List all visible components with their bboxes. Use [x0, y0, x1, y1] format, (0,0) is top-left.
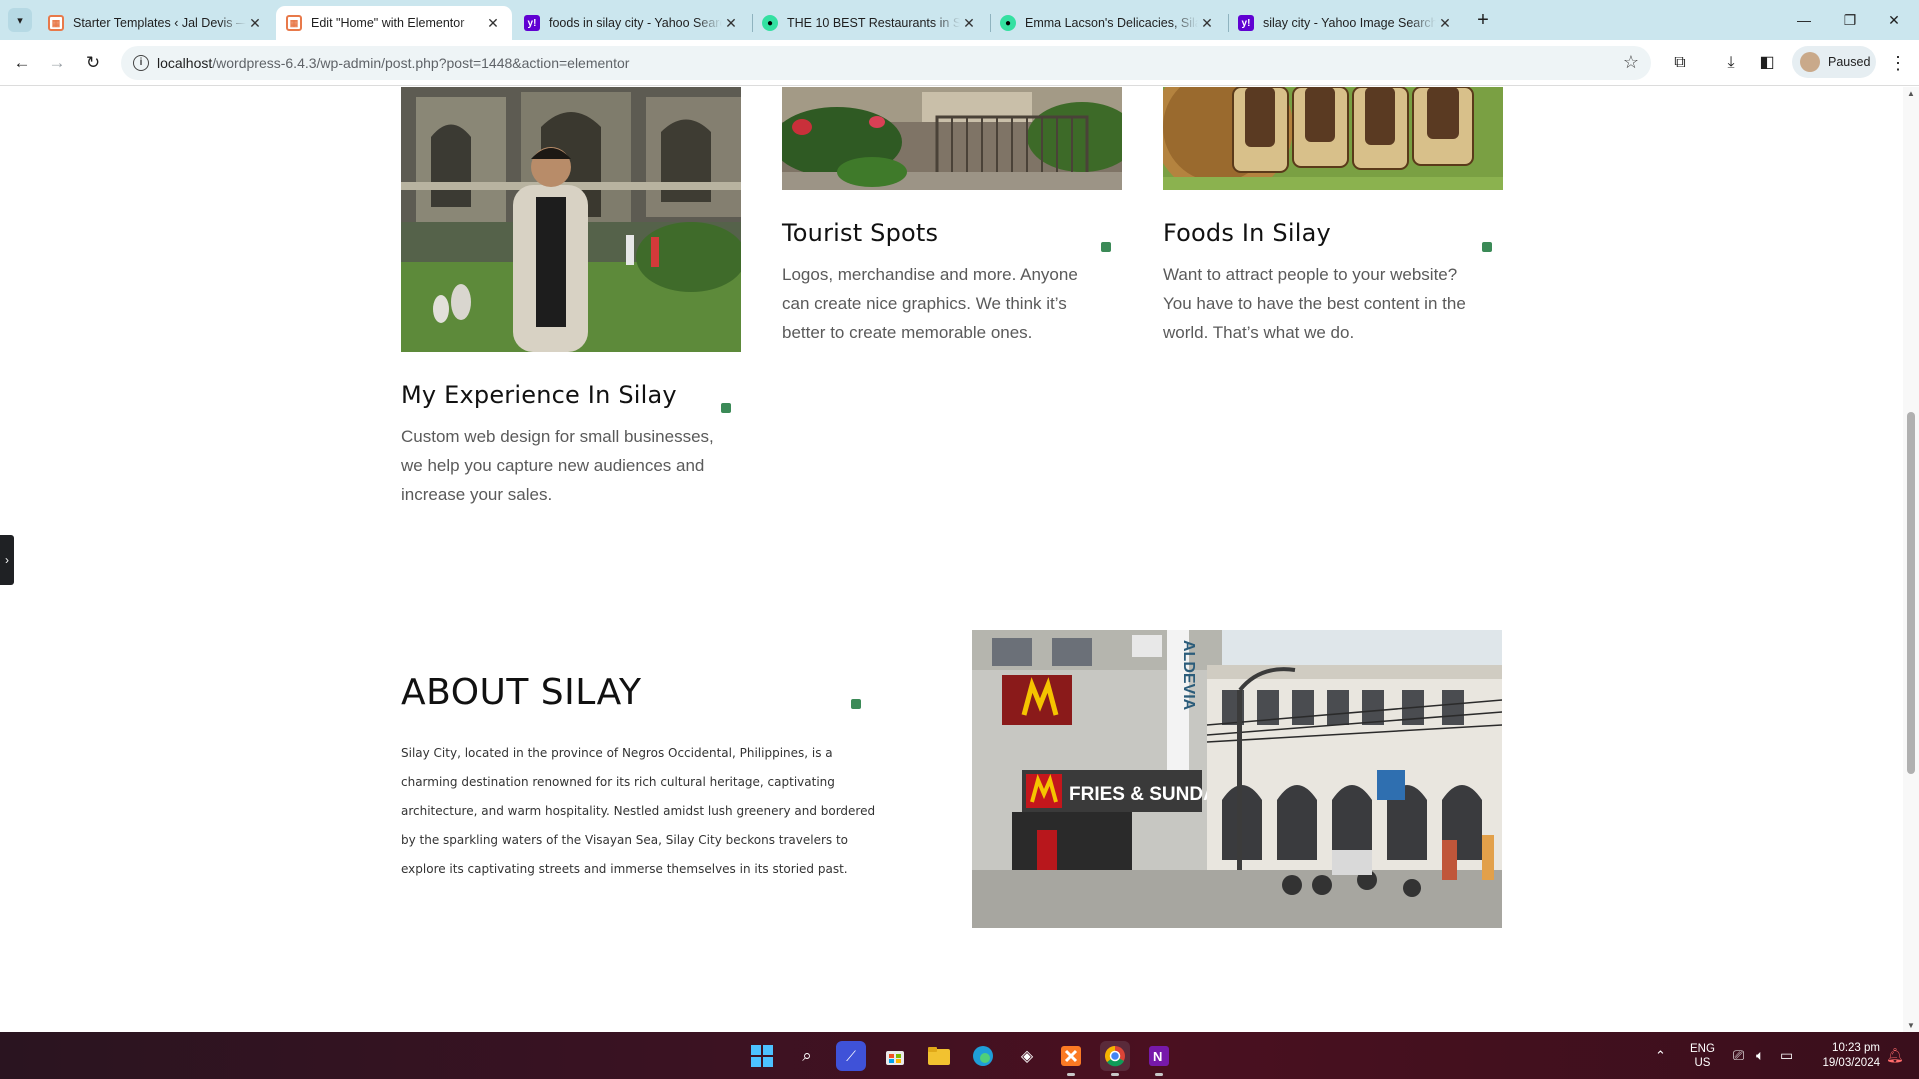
svg-text:N: N [1153, 1049, 1162, 1064]
language-code: ENG [1690, 1042, 1715, 1055]
download-icon[interactable]: ⤓ [1719, 51, 1743, 75]
back-arrow-icon[interactable]: ← [10, 51, 34, 75]
widget-drag-handle[interactable] [851, 699, 861, 709]
scrollbar-thumb[interactable] [1907, 412, 1915, 774]
tab-title: THE 10 BEST Restaurants in Sila [787, 16, 960, 30]
url-path: /wordpress-6.4.3/wp-admin/post.php?post=… [212, 55, 630, 71]
tripadvisor-icon: ● [1000, 15, 1016, 31]
tab-title: Edit "Home" with Elementor [311, 16, 465, 30]
tab-title: silay city - Yahoo Image Search [1263, 16, 1436, 30]
address-bar[interactable]: i localhost/wordpress-6.4.3/wp-admin/pos… [121, 46, 1651, 80]
elementor-icon: ▦ [48, 15, 64, 31]
clock-date: 19/03/2024 [1822, 1056, 1880, 1069]
close-tab-icon[interactable]: ✕ [1198, 15, 1216, 32]
tray-overflow-chevron-icon[interactable]: ⌃ [1655, 1032, 1666, 1079]
close-tab-icon[interactable]: ✕ [1436, 15, 1454, 32]
url-text[interactable]: localhost/wordpress-6.4.3/wp-admin/post.… [157, 55, 629, 71]
card-image-foods[interactable] [1163, 87, 1503, 190]
xampp-icon[interactable] [1056, 1041, 1086, 1076]
close-tab-icon[interactable]: ✕ [722, 15, 740, 32]
aldevia-street-sign: ALDEVIA [1180, 640, 1197, 711]
file-explorer-icon[interactable] [924, 1041, 954, 1071]
battery-icon[interactable]: ▭ [1780, 1032, 1793, 1079]
minimize-icon[interactable]: — [1782, 6, 1826, 34]
site-info-icon[interactable]: i [133, 55, 149, 71]
tab-tripadvisor-restaurants[interactable]: ● THE 10 BEST Restaurants in Sila ✕ [752, 6, 988, 40]
profile-button[interactable]: Paused [1792, 46, 1876, 78]
edge-icon[interactable] [968, 1041, 998, 1071]
widget-drag-handle[interactable] [721, 403, 731, 413]
card-image-experience[interactable] [401, 87, 741, 352]
tab-title: Emma Lacson's Delicacies, Silay [1025, 16, 1198, 30]
vscode-like-icon[interactable]: ⟋ [836, 1041, 866, 1071]
notification-bell-icon[interactable]: 🔔︎ [1886, 1032, 1904, 1079]
forward-arrow-icon[interactable]: → [45, 51, 69, 75]
close-tab-icon[interactable]: ✕ [246, 15, 264, 32]
scroll-down-icon[interactable]: ▼ [1906, 1021, 1916, 1030]
tab-title: foods in silay city - Yahoo Searc [549, 16, 722, 30]
card-title-experience[interactable]: My Experience In Silay [401, 381, 677, 409]
card-text-experience[interactable]: Custom web design for small businesses, … [401, 422, 731, 509]
about-title[interactable]: ABOUT SILAY [401, 672, 641, 713]
browser-tabstrip: ▾ ▦ Starter Templates ‹ Jal Devis — ✕ ▦ … [0, 0, 1919, 40]
onenote-icon[interactable]: N [1144, 1041, 1174, 1076]
tab-tripadvisor-emma-lacson[interactable]: ● Emma Lacson's Delicacies, Silay ✕ [990, 6, 1226, 40]
scroll-up-icon[interactable]: ▲ [1906, 89, 1916, 98]
windows-taskbar: ⌕ ⟋ ◈ N ⌃ ENG US ⎚ 🔈︎ ▭ 10:23 pm 19/03/2… [0, 1032, 1919, 1079]
restore-icon[interactable]: ❐ [1828, 6, 1872, 34]
bookmark-star-icon[interactable]: ☆ [1623, 52, 1639, 73]
card-text-tourist-spots[interactable]: Logos, merchandise and more. Anyone can … [782, 260, 1082, 347]
store-icon[interactable] [880, 1041, 910, 1071]
card-title-tourist-spots[interactable]: Tourist Spots [782, 219, 938, 247]
network-icon[interactable]: ⎚ [1733, 1032, 1744, 1079]
language-indicator[interactable]: ENG US [1690, 1032, 1715, 1079]
new-tab-button[interactable]: + [1470, 8, 1496, 34]
page-scrollbar[interactable]: ▲ ▼ [1903, 87, 1919, 1032]
volume-icon[interactable]: 🔈︎ [1756, 1032, 1764, 1079]
elementor-panel-toggle[interactable]: › [0, 535, 14, 585]
yahoo-icon: y! [524, 15, 540, 31]
clock[interactable]: 10:23 pm 19/03/2024 [1810, 1032, 1880, 1079]
unity-icon[interactable]: ◈ [1012, 1041, 1042, 1071]
browser-menu-icon[interactable]: ⋮ [1888, 51, 1908, 75]
browser-toolbar: ← → ↻ i localhost/wordpress-6.4.3/wp-adm… [0, 40, 1919, 86]
card-title-foods[interactable]: Foods In Silay [1163, 219, 1331, 247]
reload-icon[interactable]: ↻ [81, 51, 105, 75]
search-icon[interactable]: ⌕ [792, 1041, 822, 1071]
tab-search-chevron-icon[interactable]: ▾ [8, 8, 32, 32]
tripadvisor-icon: ● [762, 15, 778, 31]
card-text-foods[interactable]: Want to attract people to your website? … [1163, 260, 1483, 347]
close-window-icon[interactable]: ✕ [1872, 6, 1916, 34]
region-code: US [1694, 1056, 1711, 1069]
card-image-tourist-spots[interactable] [782, 87, 1122, 190]
tab-title: Starter Templates ‹ Jal Devis — [73, 16, 246, 30]
widget-drag-handle[interactable] [1482, 242, 1492, 252]
yahoo-icon: y! [1238, 15, 1254, 31]
extensions-puzzle-icon[interactable]: ⧉ [1668, 51, 1692, 75]
page-content: Tourist Spots Logos, merchandise and mor… [0, 87, 1903, 1032]
elementor-icon: ▦ [286, 15, 302, 31]
tab-starter-templates[interactable]: ▦ Starter Templates ‹ Jal Devis — ✕ [38, 6, 274, 40]
windows-start-icon[interactable] [747, 1041, 777, 1071]
tab-edit-home-elementor[interactable]: ▦ Edit "Home" with Elementor ✕ [276, 6, 512, 40]
about-text[interactable]: Silay City, located in the province of N… [401, 739, 881, 884]
tab-yahoo-foods[interactable]: y! foods in silay city - Yahoo Searc ✕ [514, 6, 750, 40]
url-host: localhost [157, 55, 213, 71]
profile-status: Paused [1828, 55, 1871, 69]
close-tab-icon[interactable]: ✕ [484, 15, 502, 32]
clock-time: 10:23 pm [1832, 1041, 1880, 1054]
about-image-silay-street[interactable]: FRIES & SUNDAE ALDEVIA [972, 630, 1502, 928]
fries-sundae-sign: FRIES & SUNDAE [1069, 784, 1229, 805]
tab-yahoo-image-search[interactable]: y! silay city - Yahoo Image Search ✕ [1228, 6, 1464, 40]
side-panel-icon[interactable]: ◧ [1755, 51, 1779, 75]
close-tab-icon[interactable]: ✕ [960, 15, 978, 32]
chrome-icon[interactable] [1100, 1041, 1130, 1076]
widget-drag-handle[interactable] [1101, 242, 1111, 252]
avatar [1800, 52, 1820, 72]
